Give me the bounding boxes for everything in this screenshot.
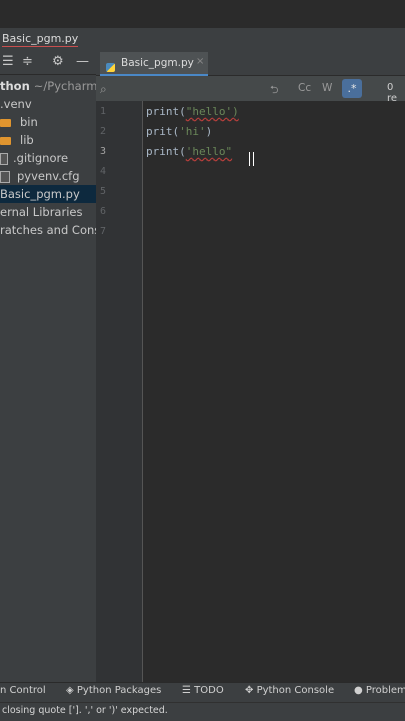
collapse-all-icon[interactable]: ≑	[22, 54, 33, 69]
file-icon	[0, 170, 10, 183]
expand-all-icon[interactable]: ☰	[2, 54, 14, 69]
code-string: "hello')	[185, 105, 239, 118]
tree-item-label: pyvenv.cfg	[17, 169, 80, 183]
close-icon[interactable]: ×	[196, 56, 204, 67]
tree-item-label: lib	[20, 133, 34, 147]
code-line-3[interactable]: print('hello"	[146, 145, 232, 158]
project-panel: thon ~/PycharmP .venv bin lib .gitignore…	[0, 75, 96, 689]
text-cursor-icon	[249, 152, 254, 166]
search-icon[interactable]: ⌕	[100, 82, 107, 97]
tree-item-venv[interactable]: .venv	[0, 95, 96, 113]
line-number: 7	[99, 226, 106, 237]
tool-label: n Control	[0, 685, 46, 696]
project-root[interactable]: thon ~/PycharmP	[0, 77, 96, 95]
tool-version-control[interactable]: n Control	[0, 685, 46, 696]
python-icon: ✥	[245, 685, 257, 696]
tree-item-bin[interactable]: bin	[0, 113, 96, 131]
tree-item-pyvenv-cfg[interactable]: pyvenv.cfg	[0, 167, 96, 185]
tab-label: Basic_pgm.py	[121, 57, 194, 69]
gear-icon[interactable]: ⚙	[52, 54, 64, 69]
tool-python-console[interactable]: ✥ Python Console	[245, 685, 334, 696]
tree-item-external-libraries[interactable]: ernal Libraries	[0, 203, 96, 221]
file-icon	[0, 152, 8, 165]
project-root-path: ~/PycharmP	[33, 79, 96, 93]
line-number: 3	[99, 146, 106, 157]
tree-item-basic-pgm[interactable]: Basic_pgm.py	[0, 185, 96, 203]
tool-todo[interactable]: ☰ TODO	[182, 685, 224, 696]
line-number: 1	[99, 106, 106, 117]
line-number-gutter: 1 2 3 4 5 6 7	[96, 101, 143, 689]
tree-item-label: ratches and Conso	[0, 223, 96, 237]
tool-python-packages[interactable]: ◈ Python Packages	[66, 685, 161, 696]
line-number: 2	[99, 126, 106, 137]
list-icon: ☰	[182, 685, 195, 696]
code-editor[interactable]	[143, 101, 405, 689]
tree-item-label: Basic_pgm.py	[0, 187, 80, 201]
code-paren: (	[179, 145, 186, 158]
layers-icon: ◈	[66, 685, 77, 696]
code-paren: )	[205, 125, 213, 138]
code-line-1[interactable]: print("hello')	[146, 105, 239, 118]
folder-icon	[0, 118, 11, 127]
line-number: 5	[99, 186, 106, 197]
code-func: print	[146, 105, 180, 118]
code-paren: (	[179, 105, 186, 118]
tree-item-gitignore[interactable]: .gitignore	[0, 149, 96, 167]
python-file-icon	[106, 57, 120, 76]
tree-item-label: ernal Libraries	[0, 205, 83, 219]
info-icon: ●	[354, 685, 366, 696]
code-func: print	[146, 145, 180, 158]
code-string: 'hi'	[179, 125, 206, 138]
tree-item-label: .gitignore	[13, 151, 69, 165]
tree-item-label: bin	[20, 115, 38, 129]
tool-label: Problem	[365, 685, 405, 696]
regex-button[interactable]: .*	[342, 79, 362, 98]
code-line-2[interactable]: prit('hi')	[146, 125, 212, 138]
project-root-label: thon	[0, 79, 30, 93]
match-case-button[interactable]: Cc	[298, 82, 311, 94]
tree-item-lib[interactable]: lib	[0, 131, 96, 149]
hide-panel-icon[interactable]: —	[76, 54, 89, 69]
whole-words-button[interactable]: W	[322, 82, 332, 94]
code-func: prit	[146, 125, 173, 138]
replace-icon[interactable]: ⮌	[270, 82, 278, 100]
tool-problems[interactable]: ● Problem	[354, 685, 405, 696]
line-number: 4	[99, 166, 106, 177]
line-number: 6	[99, 206, 106, 217]
breadcrumb-file[interactable]: Basic_pgm.py	[2, 32, 79, 47]
code-string: 'hello"	[185, 145, 233, 158]
status-message: closing quote [']. ',' or ')' expected.	[2, 705, 168, 716]
tree-item-label: .venv	[0, 97, 32, 111]
project-toolbar: ☰ ≑ ⚙ —	[0, 50, 96, 75]
tool-label: Python Console	[256, 685, 335, 696]
tool-label: TODO	[194, 685, 224, 696]
folder-icon	[0, 136, 11, 145]
tree-item-scratches[interactable]: ratches and Conso	[0, 221, 96, 239]
tool-label: Python Packages	[76, 685, 162, 696]
